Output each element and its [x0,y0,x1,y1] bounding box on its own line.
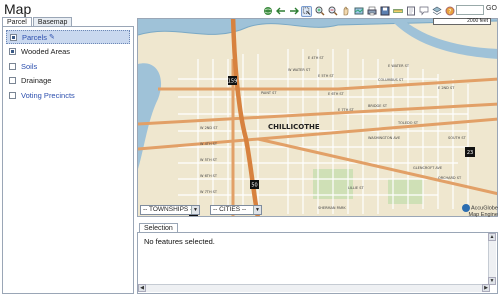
selection-message: No features selected. [144,237,215,246]
street-label: W 2ND ST [200,126,218,130]
select-icon[interactable] [301,5,312,17]
layer-item-parcels[interactable]: Parcels ✎ [6,30,130,44]
layer-checkbox[interactable] [10,33,17,41]
layer-checkbox[interactable] [9,62,16,70]
layers-icon[interactable] [431,6,442,17]
selection-panel: No features selected. ▲ ▼ ◀ ▶ [137,232,498,294]
street-label: W WATER ST [288,68,311,72]
svg-text:?: ? [448,8,451,15]
street-label: E 5TH ST [318,74,335,78]
scroll-up-icon[interactable]: ▲ [488,233,496,241]
street-label: BRIDGE ST [368,104,388,108]
layer-label[interactable]: Soils [21,62,37,71]
street-map[interactable]: 159 50 23 23 CHILLICOTHE W WATER STE WAT… [138,19,498,217]
river-bend [389,19,497,59]
street-label: SHERMAN PARK [318,206,346,210]
street-label: W 7TH ST [200,190,218,194]
chevron-down-icon: ▼ [253,206,261,214]
horizontal-scrollbar[interactable]: ◀ ▶ [138,284,490,292]
street-label: W 4TH ST [200,142,218,146]
forward-arrow-icon[interactable] [288,6,299,17]
print-icon[interactable] [366,6,377,17]
layer-item-drainage[interactable]: Drainage [6,74,130,88]
layer-item-soils[interactable]: Soils [6,59,130,73]
cities-value: -- CITIES -- [213,206,247,213]
identify-icon[interactable] [405,6,416,17]
scroll-left-icon[interactable]: ◀ [138,284,146,292]
street-label: PAINT ST [261,91,277,95]
street-label: E 4TH ST [308,56,325,60]
street-label: W 6TH ST [200,174,218,178]
map-engine-logo: AccuGlobe Map Engine [462,204,498,218]
layer-checkbox[interactable] [9,48,16,55]
layer-list: Parcels ✎ Wooded Areas Soils Drainage Vo… [2,26,134,294]
street-label: GLENCROFT AVE [413,166,442,170]
townships-value: -- TOWNSHIPS -- [143,206,195,213]
street-label: E 7TH ST [338,108,355,112]
page-title: Map [4,1,32,17]
city-label: CHILLICOTHE [268,123,320,131]
help-icon[interactable]: ? [444,6,455,17]
street-label: COLUMBUS ST [378,78,404,82]
street-label: SOUTH ST [448,136,467,140]
chevron-down-icon: ▼ [191,206,199,214]
street-label: W 5TH ST [200,158,218,162]
scroll-right-icon[interactable]: ▶ [482,284,490,292]
layer-label: Drainage [21,76,52,85]
layer-label[interactable]: Voting Precincts [21,91,75,100]
zoom-out-icon[interactable] [327,6,338,17]
layer-checkbox[interactable] [9,91,16,99]
shield-label: 50 [251,183,257,189]
street-label: WASHINGTON AVE [368,136,400,140]
globe-icon[interactable] [262,6,273,17]
map-toolbar: ? [262,4,455,18]
search-input[interactable] [456,5,484,15]
layer-item-wooded-areas[interactable]: Wooded Areas [6,45,130,59]
logo-icon [462,204,470,212]
street-label: E WATER ST [388,64,410,68]
street-label: E 6TH ST [328,92,345,96]
cities-dropdown[interactable]: -- CITIES -- ▼ [210,205,262,215]
save-icon[interactable] [379,6,390,17]
note-icon[interactable] [418,6,429,17]
street-label: ORCHARD ST [438,176,462,180]
shield-label: 23 [467,150,473,156]
vertical-scrollbar[interactable]: ▲ ▼ [488,233,496,285]
street-label: LILLIE ST [348,186,364,190]
layer-checkbox[interactable] [9,77,16,84]
edit-icon[interactable]: ✎ [49,33,55,41]
back-arrow-icon[interactable] [275,6,286,17]
zoom-in-icon[interactable] [314,6,325,17]
layer-label[interactable]: Parcels [22,33,47,42]
street-label: E 2ND ST [438,86,455,90]
scale-bar: 2000 feet [433,18,491,25]
creek [138,63,162,169]
street-label: TOLEDO ST [397,121,419,125]
layer-item-voting-precincts[interactable]: Voting Precincts [6,88,130,102]
full-extent-icon[interactable] [353,6,364,17]
layer-label: Wooded Areas [21,47,71,56]
logo-line1: AccuGlobe [471,205,498,212]
map-canvas[interactable]: 159 50 23 23 CHILLICOTHE W WATER STE WAT… [137,18,498,217]
logo-line2: Map Engine [468,212,498,218]
measure-icon[interactable] [392,6,403,17]
shield-label: 159 [228,79,238,85]
pan-icon[interactable] [340,6,351,17]
go-button[interactable]: GO [486,5,497,12]
townships-dropdown[interactable]: -- TOWNSHIPS -- ▼ [140,205,200,215]
